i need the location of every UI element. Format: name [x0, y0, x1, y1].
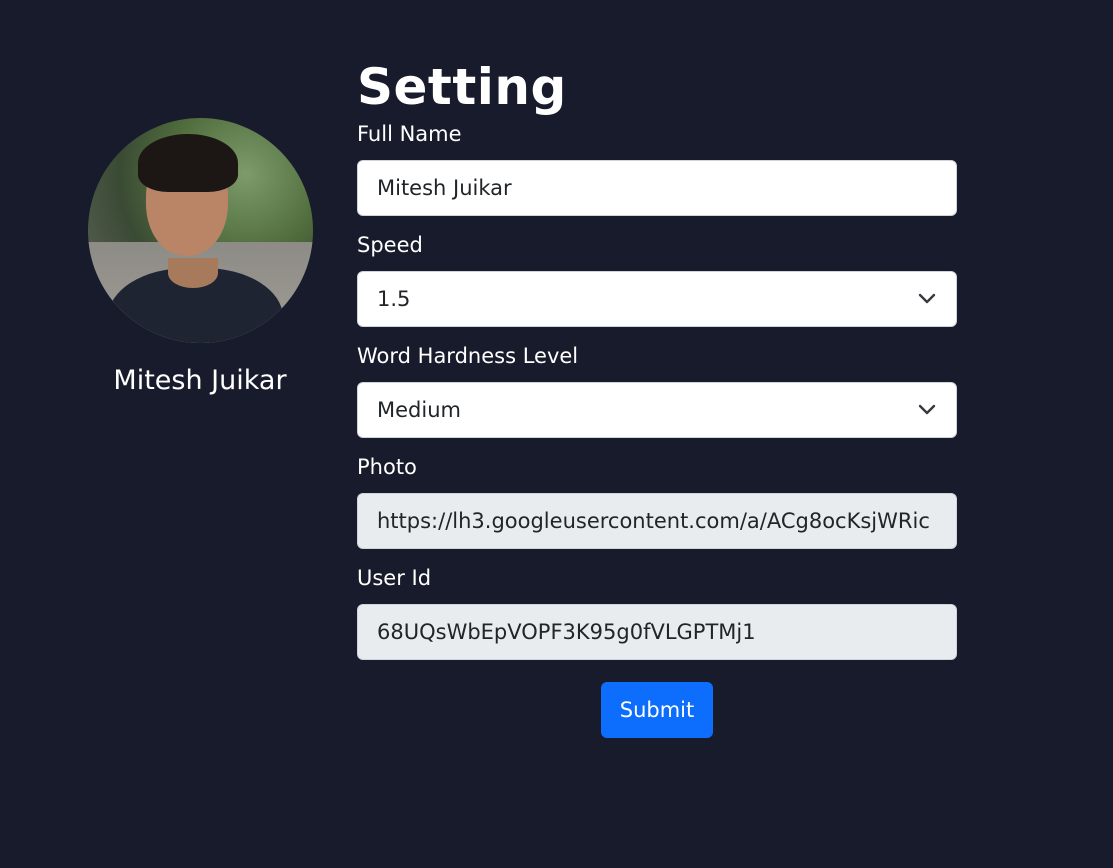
word-hardness-value: Medium — [377, 398, 461, 422]
photo-value: https://lh3.googleusercontent.com/a/ACg8… — [377, 509, 930, 533]
user-id-value: 68UQsWbEpVOPF3K95g0fVLGPTMj1 — [377, 620, 756, 644]
profile-panel: Mitesh Juikar — [80, 118, 320, 396]
submit-button[interactable]: Submit — [600, 682, 714, 738]
photo-input[interactable]: https://lh3.googleusercontent.com/a/ACg8… — [357, 493, 957, 549]
user-id-field-group: User Id 68UQsWbEpVOPF3K95g0fVLGPTMj1 — [357, 566, 957, 660]
full-name-input[interactable]: Mitesh Juikar — [357, 160, 957, 216]
photo-field-group: Photo https://lh3.googleusercontent.com/… — [357, 455, 957, 549]
photo-label: Photo — [357, 455, 417, 479]
settings-form: Setting Full Name Mitesh Juikar Speed 1.… — [357, 52, 957, 738]
avatar-hair — [137, 134, 238, 192]
avatar-neck — [167, 258, 218, 288]
full-name-label: Full Name — [357, 122, 462, 146]
chevron-down-icon — [918, 293, 936, 304]
word-hardness-select[interactable]: Medium — [357, 382, 957, 438]
speed-label: Speed — [357, 233, 423, 257]
speed-value: 1.5 — [377, 287, 411, 311]
word-hardness-field-group: Word Hardness Level Medium — [357, 344, 957, 438]
full-name-field-group: Full Name Mitesh Juikar — [357, 122, 957, 216]
user-id-label: User Id — [357, 566, 432, 590]
page-title: Setting — [357, 58, 567, 116]
submit-row: Submit — [357, 682, 957, 738]
speed-field-group: Speed 1.5 — [357, 233, 957, 327]
user-id-input[interactable]: 68UQsWbEpVOPF3K95g0fVLGPTMj1 — [357, 604, 957, 660]
chevron-down-icon — [918, 404, 936, 415]
speed-select[interactable]: 1.5 — [357, 271, 957, 327]
profile-name: Mitesh Juikar — [113, 365, 287, 396]
word-hardness-label: Word Hardness Level — [357, 344, 579, 368]
full-name-value: Mitesh Juikar — [377, 176, 512, 200]
avatar — [87, 118, 313, 343]
